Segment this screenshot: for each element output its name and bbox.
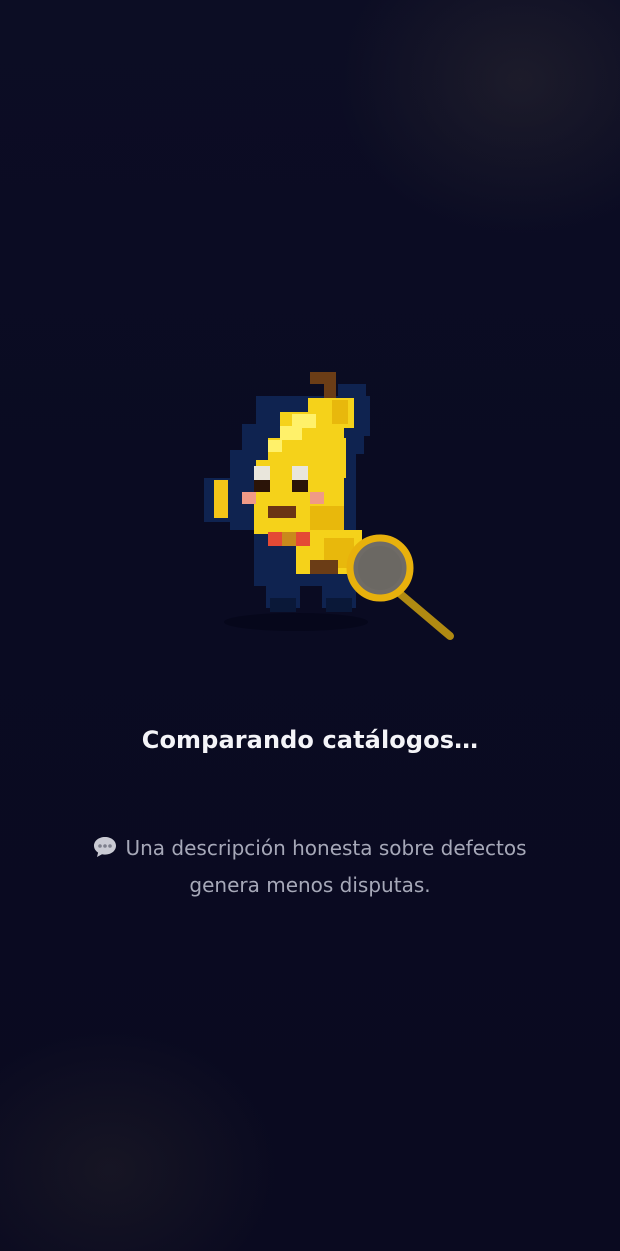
mascot-shadow <box>224 613 368 631</box>
loading-screen: Comparando catálogos… Una descripción ho… <box>0 0 620 1251</box>
banana-detective-mascot <box>196 360 464 650</box>
tip-text: Una descripción honesta sobre defectos g… <box>125 836 527 897</box>
mascot-belt <box>310 560 338 574</box>
tip-message: Una descripción honesta sobre defectos g… <box>70 830 550 904</box>
mascot-cheek-left <box>242 492 256 504</box>
speech-bubble-icon <box>93 833 117 857</box>
mascot-cheek-right <box>310 492 324 504</box>
mascot-mouth <box>268 506 296 518</box>
mascot-arm <box>214 480 228 518</box>
loading-status-title: Comparando catálogos… <box>141 726 479 754</box>
mascot-foot-left <box>270 598 296 612</box>
mascot-bowtie <box>268 532 310 546</box>
mascot-foot-right <box>326 598 352 612</box>
banana-stem <box>310 372 336 384</box>
